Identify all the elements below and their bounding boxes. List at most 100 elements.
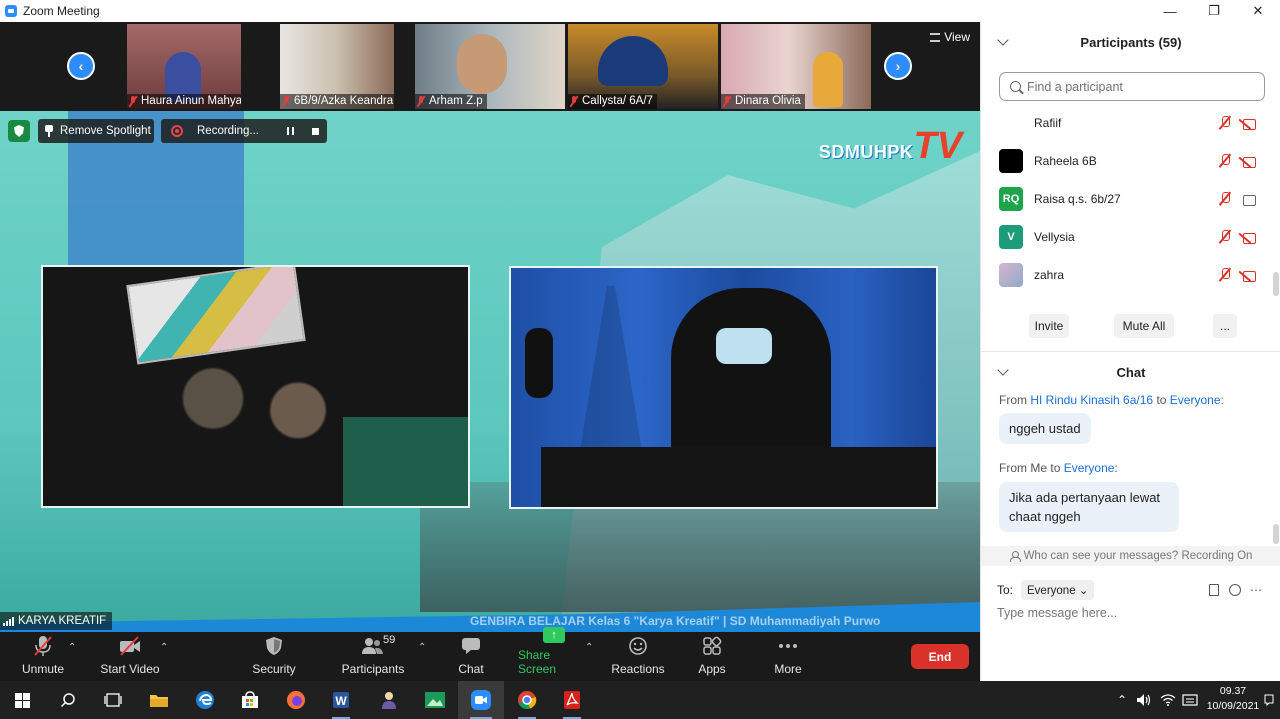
participant-thumbnail[interactable]: Haura Ainun Mahya 6... [127,24,241,109]
collapse-chat-icon[interactable] [997,364,1009,376]
share-screen-label: Share Screen [518,648,557,676]
stop-recording-button[interactable] [304,123,326,139]
emoji-icon[interactable] [1228,583,1242,597]
participant-search-input[interactable] [1027,79,1247,94]
video-options-caret-icon[interactable]: ⌃ [160,642,168,653]
video-off-icon[interactable] [1243,155,1259,168]
edge-browser-icon[interactable] [186,686,224,714]
participant-row[interactable]: zahra [981,256,1273,294]
unmute-button[interactable]: Unmute [18,632,68,681]
participants-button[interactable]: 59 Participants [340,632,406,681]
chat-button[interactable]: Chat [451,632,491,681]
participants-more-button[interactable]: ... [1213,314,1237,338]
volume-icon[interactable] [1134,681,1154,719]
participant-thumbnail[interactable]: Arham Z.p [415,24,565,109]
keyboard-icon[interactable] [1180,681,1200,719]
from-prefix: From [999,393,1027,407]
invite-button[interactable]: Invite [1029,314,1069,338]
chat-message-input[interactable] [997,606,1267,620]
more-button[interactable]: More [768,632,808,681]
tray-chevron-icon[interactable]: ⌃ [1112,681,1132,719]
video-off-icon[interactable] [1243,231,1259,244]
participant-thumbnail[interactable]: Callysta/ 6A/7 [568,24,718,109]
muted-mic-icon[interactable] [1218,267,1232,283]
search-icon[interactable] [49,686,87,714]
acrobat-icon[interactable] [553,686,591,719]
participant-search[interactable] [999,72,1265,101]
filmstrip-prev-button[interactable]: ‹ [67,52,95,80]
chat-scrollbar[interactable] [1273,524,1279,544]
muted-mic-icon[interactable] [1218,229,1232,245]
minimize-button[interactable]: — [1148,0,1192,22]
participant-thumbnail[interactable]: 6B/9/Azka Keandra T. [280,24,394,109]
unmute-label: Unmute [21,662,65,676]
chat-more-icon[interactable]: ⋯ [1249,583,1263,597]
signal-icon [3,616,14,626]
windows-start-icon[interactable] [3,686,41,714]
user-app-icon[interactable] [370,686,408,714]
filmstrip-next-button[interactable]: › [884,52,912,80]
wifi-icon[interactable] [1158,681,1178,719]
person-icon [1009,551,1021,562]
participant-thumbnail[interactable]: Dinara Olivia [721,24,871,109]
chat-header: Chat [981,352,1280,392]
participants-options-caret-icon[interactable]: ⌃ [418,642,426,653]
remove-spotlight-button[interactable]: Remove Spotlight [38,119,154,143]
chat-recipient[interactable]: Everyone [1170,393,1221,407]
reactions-label: Reactions [611,662,665,676]
meeting-toolbar: Unmute ⌃ Start Video ⌃ Security 59 Parti… [0,627,980,681]
restore-button[interactable]: ❐ [1192,0,1236,22]
participant-row[interactable]: Raheela 6B [981,142,1273,180]
word-icon[interactable]: W [322,686,360,719]
chat-visibility-note[interactable]: Who can see your messages? Recording On [981,546,1280,566]
video-off-icon[interactable] [1243,117,1259,130]
start-video-button[interactable]: Start Video [97,632,163,681]
collapse-participants-icon[interactable] [997,34,1009,46]
notification-icon[interactable] [1262,681,1276,719]
firefox-icon[interactable] [277,686,315,714]
task-view-icon[interactable] [94,686,132,714]
video-on-icon[interactable] [1243,193,1259,206]
participant-row[interactable]: V Vellysia [981,218,1273,256]
participant-row[interactable]: Rafiif [981,104,1273,142]
thumb-person [598,36,668,86]
muted-mic-icon[interactable] [1218,191,1232,207]
recipient-dropdown[interactable]: Everyone ⌄ [1021,580,1095,600]
share-screen-button[interactable]: ↑ Share Screen [518,627,590,681]
pause-recording-button[interactable] [279,123,301,139]
chat-message-header: From HI Rindu Kinasih 6a/16 to Everyone: [999,393,1224,407]
share-options-caret-icon[interactable]: ⌃ [585,642,593,653]
chat-recipient[interactable]: Everyone [1064,461,1115,475]
audio-options-caret-icon[interactable]: ⌃ [68,642,76,653]
reactions-button[interactable]: Reactions [610,632,666,681]
photos-icon[interactable] [416,686,454,714]
file-icon[interactable] [1207,583,1221,597]
chat-sender[interactable]: HI Rindu Kinasih 6a/16 [1030,393,1153,407]
apps-icon [700,635,724,657]
close-button[interactable]: ✕ [1236,0,1280,22]
taskbar-clock[interactable]: 09.37 10/09/2021 [1203,684,1263,714]
store-icon[interactable] [231,686,269,714]
view-button[interactable]: View [930,30,970,44]
apps-button[interactable]: Apps [692,632,732,681]
participants-scrollbar[interactable] [1273,272,1279,296]
muted-mic-icon[interactable] [1218,153,1232,169]
recording-icon [171,125,183,137]
thumb-name: Haura Ainun Mahya 6... [141,95,241,107]
security-shield-icon[interactable] [8,120,30,142]
smiley-icon [626,635,650,657]
mute-all-button[interactable]: Mute All [1114,314,1174,338]
people-icon: 59 [361,634,395,657]
video-off-icon[interactable] [1243,269,1259,282]
visibility-note-text: Who can see your messages? Recording On [1023,550,1253,562]
security-button[interactable]: Security [249,632,299,681]
file-explorer-icon[interactable] [140,686,178,714]
thumb-person [813,52,843,107]
muted-mic-icon[interactable] [1218,115,1232,131]
zoom-taskbar-icon[interactable] [462,686,500,719]
avatar [999,149,1023,173]
end-meeting-button[interactable]: End [911,644,969,669]
participant-row[interactable]: RQ Raisa q.s. 6b/27 [981,180,1273,218]
chrome-icon[interactable] [508,686,546,719]
start-video-label: Start Video [100,662,160,676]
